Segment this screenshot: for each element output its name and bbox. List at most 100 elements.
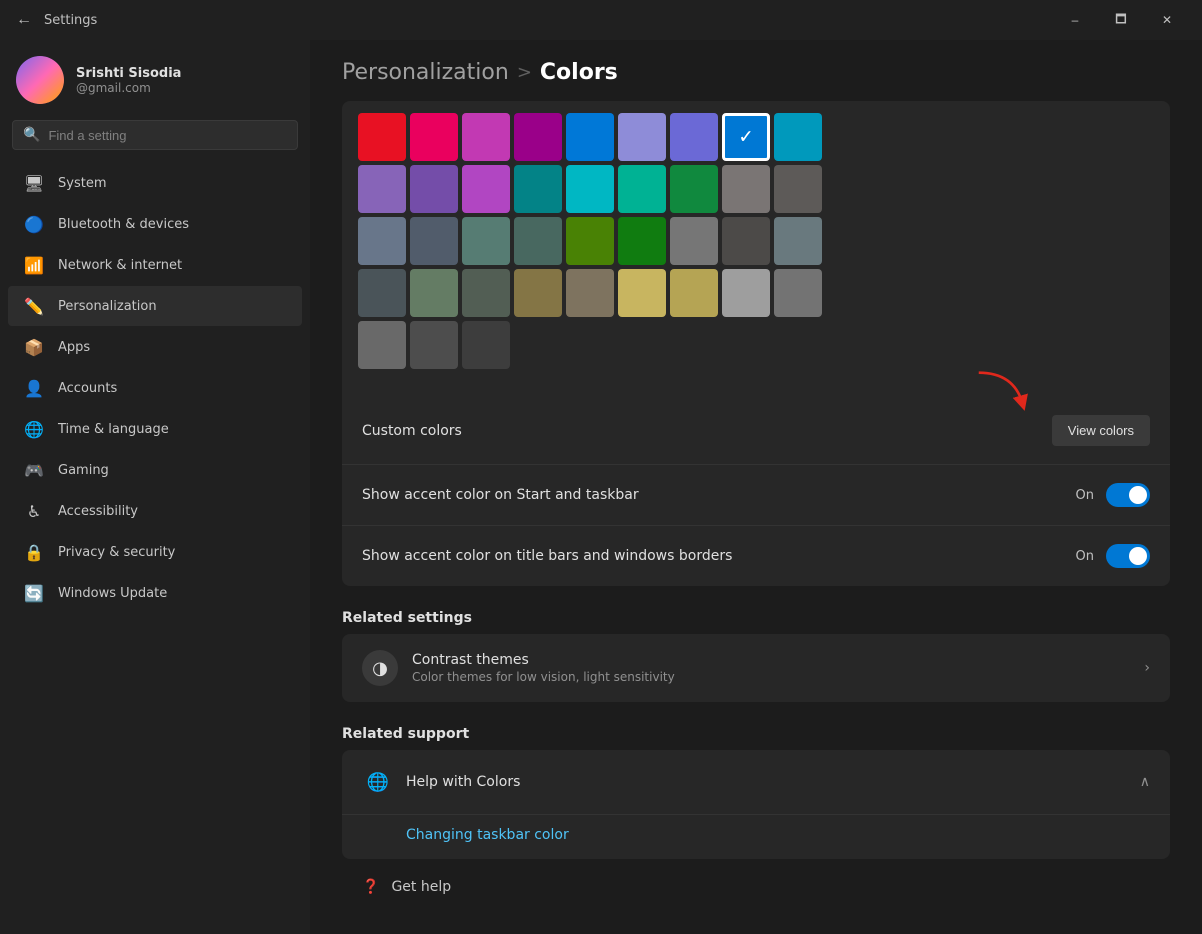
close-button[interactable]: ✕ [1144, 4, 1190, 36]
toggle-knob-taskbar [1129, 486, 1147, 504]
color-swatch-10[interactable] [410, 165, 458, 213]
minimize-button[interactable]: – [1052, 4, 1098, 36]
search-box[interactable]: 🔍 [12, 120, 298, 150]
color-swatch-36[interactable] [358, 321, 406, 369]
system-icon: 🖥 [24, 173, 44, 193]
color-swatch-26[interactable] [774, 217, 822, 265]
sidebar-item-accessibility[interactable]: ♿ Accessibility [8, 491, 302, 531]
sidebar-item-bluetooth[interactable]: 🔵 Bluetooth & devices [8, 204, 302, 244]
color-swatch-29[interactable] [462, 269, 510, 317]
color-swatch-37[interactable] [410, 321, 458, 369]
color-swatch-0[interactable] [358, 113, 406, 161]
gaming-icon: 🎮 [24, 460, 44, 480]
time-icon: 🌐 [24, 419, 44, 439]
color-swatch-22[interactable] [566, 217, 614, 265]
user-info: Srishti Sisodia @gmail.com [76, 66, 181, 95]
color-swatch-21[interactable] [514, 217, 562, 265]
network-icon: 📶 [24, 255, 44, 275]
sidebar-item-update[interactable]: 🔄 Windows Update [8, 573, 302, 613]
color-swatch-32[interactable] [618, 269, 666, 317]
help-title: Help with Colors [406, 774, 1140, 790]
color-swatch-7[interactable]: ✓ [722, 113, 770, 161]
color-swatch-14[interactable] [618, 165, 666, 213]
sidebar-item-apps[interactable]: 📦 Apps [8, 327, 302, 367]
color-swatch-2[interactable] [462, 113, 510, 161]
color-swatch-3[interactable] [514, 113, 562, 161]
search-input[interactable] [48, 128, 287, 143]
color-swatch-28[interactable] [410, 269, 458, 317]
toggle-label-titlebars: Show accent color on title bars and wind… [362, 548, 1060, 564]
color-swatch-4[interactable] [566, 113, 614, 161]
sidebar-item-gaming[interactable]: 🎮 Gaming [8, 450, 302, 490]
color-swatch-35[interactable] [774, 269, 822, 317]
get-help-icon: ❓ [362, 879, 379, 895]
color-swatch-23[interactable] [618, 217, 666, 265]
toggle-titlebars[interactable] [1106, 544, 1150, 568]
toggle-taskbar[interactable] [1106, 483, 1150, 507]
contrast-themes-row[interactable]: ◑ Contrast themes Color themes for low v… [342, 634, 1170, 702]
color-swatch-6[interactable] [670, 113, 718, 161]
time-label: Time & language [58, 422, 169, 437]
sidebar-item-network[interactable]: 📶 Network & internet [8, 245, 302, 285]
color-swatch-1[interactable] [410, 113, 458, 161]
content-inner: ✓ Custom colors [310, 101, 1202, 934]
custom-colors-row: Custom colors View colors [342, 397, 1170, 465]
toggle-right-titlebars: On [1076, 544, 1150, 568]
content-area: Personalization > Colors ✓ Custom colors [310, 40, 1202, 934]
color-swatch-15[interactable] [670, 165, 718, 213]
toggle-row-titlebars: Show accent color on title bars and wind… [342, 526, 1170, 586]
sidebar-item-time[interactable]: 🌐 Time & language [8, 409, 302, 449]
help-expand-icon: ∧ [1140, 774, 1150, 790]
related-settings-title: Related settings [342, 594, 1170, 634]
custom-colors-label: Custom colors [362, 423, 1036, 439]
changing-taskbar-color-link[interactable]: Changing taskbar color [406, 827, 569, 843]
get-help-item[interactable]: ❓ Get help [342, 867, 1170, 907]
color-swatch-30[interactable] [514, 269, 562, 317]
gaming-label: Gaming [58, 463, 109, 478]
app-body: Srishti Sisodia @gmail.com 🔍 🖥 System 🔵 … [0, 40, 1202, 934]
related-settings-section: ◑ Contrast themes Color themes for low v… [342, 634, 1170, 702]
color-swatch-24[interactable] [670, 217, 718, 265]
view-colors-button[interactable]: View colors [1052, 415, 1150, 446]
color-swatch-11[interactable] [462, 165, 510, 213]
color-swatch-17[interactable] [774, 165, 822, 213]
color-swatch-13[interactable] [566, 165, 614, 213]
maximize-button[interactable]: 🗖 [1098, 4, 1144, 36]
color-swatch-8[interactable] [774, 113, 822, 161]
breadcrumb: Personalization > Colors [310, 40, 1202, 101]
accounts-icon: 👤 [24, 378, 44, 398]
color-swatch-38[interactable] [462, 321, 510, 369]
get-help-label: Get help [391, 879, 451, 895]
help-header[interactable]: 🌐 Help with Colors ∧ [342, 750, 1170, 815]
accessibility-icon: ♿ [24, 501, 44, 521]
sidebar-item-system[interactable]: 🖥 System [8, 163, 302, 203]
back-button[interactable]: ← [12, 7, 36, 33]
color-grid: ✓ [358, 113, 1154, 369]
contrast-chevron-icon: › [1144, 660, 1150, 676]
color-swatch-12[interactable] [514, 165, 562, 213]
privacy-label: Privacy & security [58, 545, 175, 560]
update-label: Windows Update [58, 586, 167, 601]
color-swatch-5[interactable] [618, 113, 666, 161]
color-swatch-34[interactable] [722, 269, 770, 317]
color-swatch-31[interactable] [566, 269, 614, 317]
color-swatch-20[interactable] [462, 217, 510, 265]
color-swatches-section: ✓ Custom colors [342, 101, 1170, 586]
avatar-image [16, 56, 64, 104]
update-icon: 🔄 [24, 583, 44, 603]
sidebar-item-privacy[interactable]: 🔒 Privacy & security [8, 532, 302, 572]
toggle-state-taskbar: On [1076, 488, 1094, 503]
color-swatch-25[interactable] [722, 217, 770, 265]
toggle-label-taskbar: Show accent color on Start and taskbar [362, 487, 1060, 503]
color-swatch-16[interactable] [722, 165, 770, 213]
color-swatch-33[interactable] [670, 269, 718, 317]
color-swatch-9[interactable] [358, 165, 406, 213]
help-content: Changing taskbar color [342, 815, 1170, 859]
avatar [16, 56, 64, 104]
network-label: Network & internet [58, 258, 182, 273]
sidebar-item-accounts[interactable]: 👤 Accounts [8, 368, 302, 408]
color-swatch-19[interactable] [410, 217, 458, 265]
color-swatch-27[interactable] [358, 269, 406, 317]
color-swatch-18[interactable] [358, 217, 406, 265]
sidebar-item-personalization[interactable]: ✏️ Personalization [8, 286, 302, 326]
